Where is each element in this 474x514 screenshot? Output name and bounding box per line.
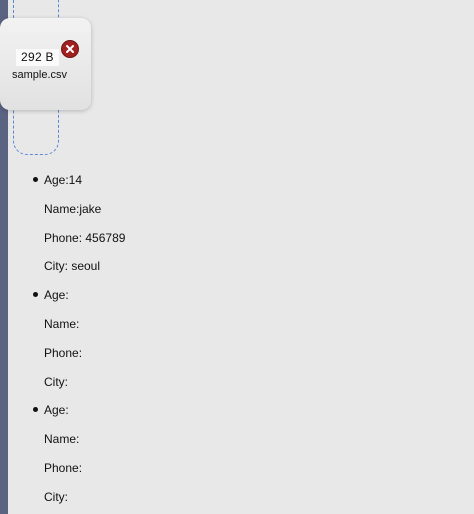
records-list: Age:14 Name:jake Phone: 456789 City: seo… [32, 168, 125, 514]
file-preview-card[interactable]: 292 B sample.csv [0, 18, 91, 110]
phone-field: Phone: [44, 460, 83, 475]
name-field: Name: [44, 432, 80, 447]
file-name: sample.csv [12, 69, 68, 81]
age-field: Age:14 [44, 173, 83, 187]
close-icon [66, 45, 74, 53]
bullet [33, 292, 38, 298]
remove-file-button[interactable] [61, 40, 79, 58]
list-item: Age:14 Name:jake Phone: 456789 City: seo… [33, 168, 126, 283]
bullet [33, 407, 38, 413]
name-field: Name: [44, 316, 80, 331]
city-field: City: [44, 374, 68, 389]
page: 292 B sample.csv Age:14 Name:jake Phone:… [0, 0, 474, 514]
name-field: Name:jake [44, 201, 102, 216]
age-field: Age: [44, 403, 69, 418]
city-field: City: [44, 489, 68, 504]
list-item: Age: Name: Phone: City: [33, 283, 125, 398]
phone-field: Phone: 456789 [44, 230, 126, 245]
age-field: Age: [44, 288, 69, 303]
file-size: 292 B [16, 49, 59, 66]
bullet [33, 177, 38, 182]
list-item: Age: Name: Phone: City: [33, 398, 125, 513]
phone-field: Phone: [44, 345, 83, 360]
city-field: City: seoul [44, 259, 101, 274]
